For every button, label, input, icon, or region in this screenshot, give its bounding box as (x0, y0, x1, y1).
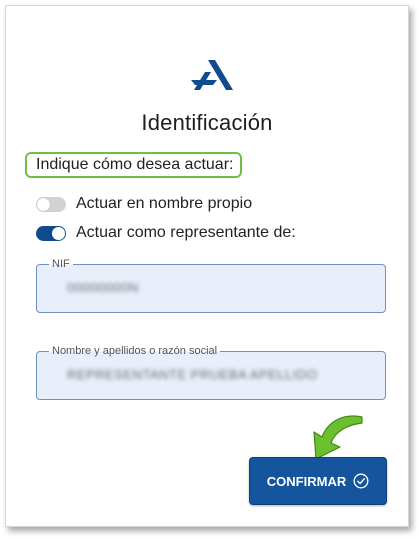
name-field-value[interactable]: REPRESENTANTE PRUEBA APELLIDO (67, 367, 318, 382)
confirm-button[interactable]: CONFIRMAR (249, 457, 387, 505)
name-field-label: Nombre y apellidos o razón social (49, 344, 221, 358)
green-arrow-icon (313, 415, 363, 460)
agency-logo-icon (191, 60, 233, 90)
toggle-knob (37, 197, 50, 211)
toggle-representative[interactable] (36, 225, 66, 241)
confirm-button-label: CONFIRMAR (266, 473, 347, 489)
action-prompt-text: Indique cómo desea actuar: (36, 156, 234, 173)
dialog-title: Identificación (141, 110, 273, 135)
option-own-behalf-label: Actuar en nombre propio (76, 195, 253, 212)
option-representative[interactable]: Actuar como representante de: (36, 224, 296, 242)
nif-field-label: NIF (49, 257, 73, 271)
toggle-own-behalf[interactable] (36, 196, 66, 212)
identification-dialog: Identificación Indique cómo desea actuar… (5, 5, 409, 527)
nif-field[interactable]: NIF 00000000N (36, 257, 386, 313)
option-own-behalf[interactable]: Actuar en nombre propio (36, 195, 252, 213)
toggle-knob (52, 226, 65, 240)
option-representative-label: Actuar como representante de: (76, 224, 296, 241)
name-field[interactable]: Nombre y apellidos o razón social REPRES… (36, 344, 386, 400)
action-prompt: Indique cómo desea actuar: (25, 152, 243, 178)
check-circle-icon (353, 473, 369, 489)
nif-field-value[interactable]: 00000000N (67, 280, 139, 295)
